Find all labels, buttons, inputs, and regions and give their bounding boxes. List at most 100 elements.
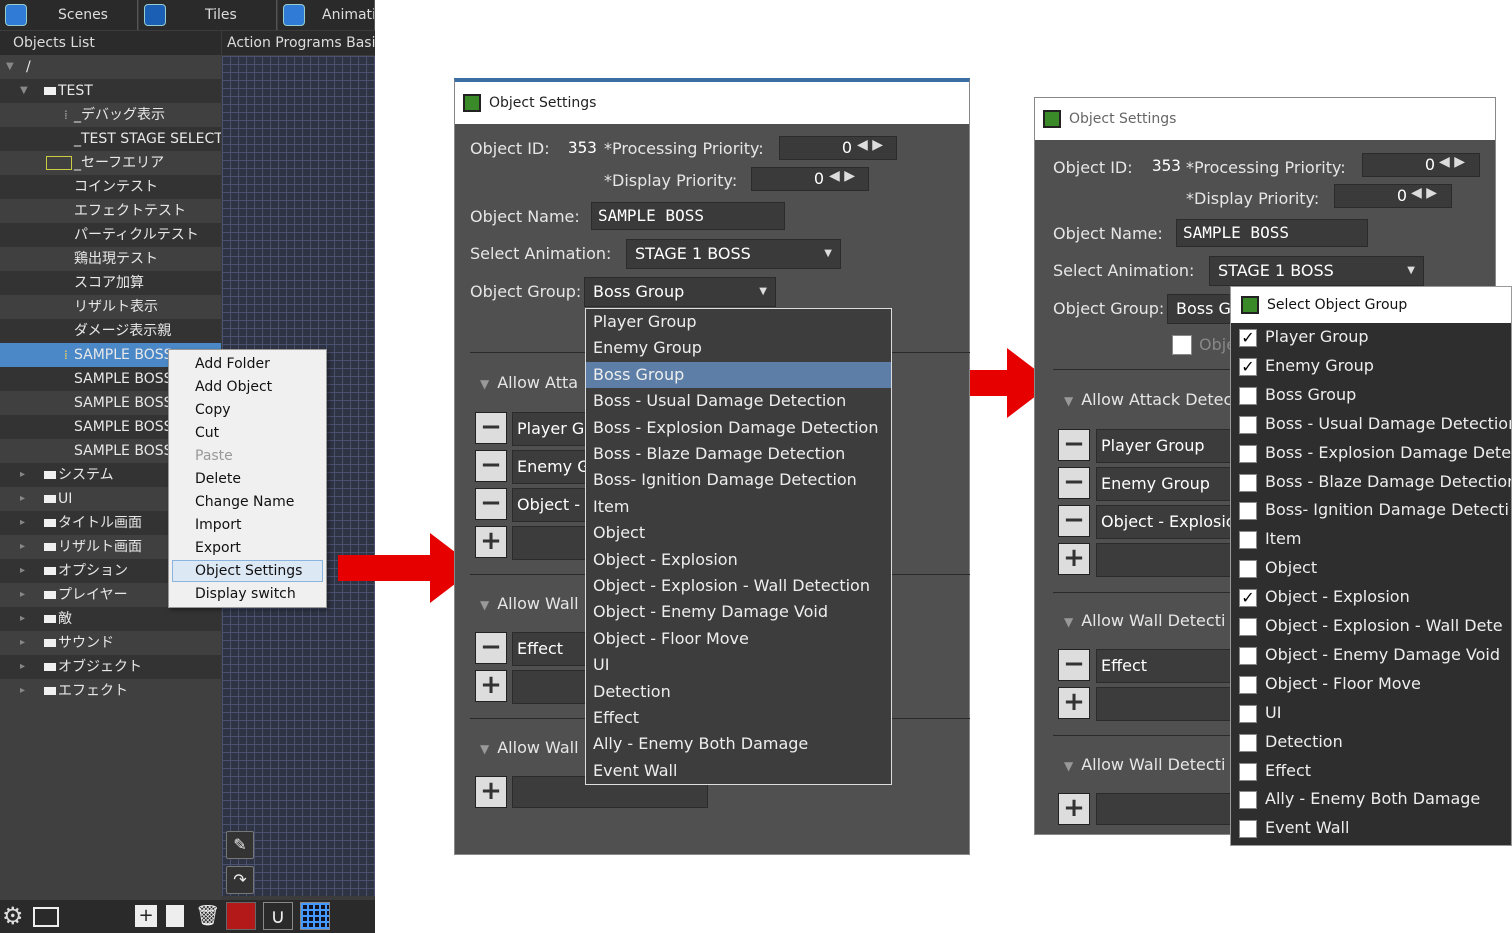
- tree-item[interactable]: _TEST STAGE SELECT: [0, 127, 221, 151]
- attack-item[interactable]: Player Group: [1096, 429, 1236, 463]
- action-programs-header[interactable]: Action Programs Basic: [222, 31, 375, 55]
- group-checkbox[interactable]: [1239, 444, 1257, 463]
- section-allow-attack[interactable]: ▼ Allow Atta: [480, 373, 578, 392]
- context-menu-item[interactable]: Copy: [195, 399, 231, 421]
- group-option[interactable]: Player Group: [586, 309, 891, 335]
- group-checkbox[interactable]: [1239, 762, 1257, 781]
- add-folder-icon[interactable]: +: [135, 905, 157, 927]
- expand-down-icon[interactable]: ▼: [20, 79, 28, 103]
- add-file-icon[interactable]: [166, 905, 184, 927]
- tree-item[interactable]: ▸ エフェクト: [0, 679, 221, 703]
- attack-item[interactable]: Object -: [512, 488, 592, 522]
- group-option[interactable]: Boss - Usual Damage Detection: [586, 388, 891, 414]
- group-option[interactable]: Object - Explosion: [586, 547, 891, 573]
- add-button[interactable]: +: [475, 526, 507, 558]
- add-button[interactable]: +: [475, 670, 507, 702]
- group-checkbox[interactable]: [1239, 646, 1257, 665]
- group-checkbox[interactable]: [1239, 791, 1257, 810]
- tree-item[interactable]: 鶏出現テスト: [0, 247, 221, 271]
- context-menu-item[interactable]: Paste: [195, 445, 233, 467]
- expand-right-icon[interactable]: ▸: [20, 487, 25, 511]
- remove-button[interactable]: −: [1058, 467, 1090, 499]
- group-checkbox[interactable]: [1239, 502, 1257, 521]
- group-option[interactable]: Ally - Enemy Both Damage: [586, 731, 891, 757]
- group-option[interactable]: Boss - Blaze Damage Detection: [586, 441, 891, 467]
- remove-button[interactable]: −: [475, 412, 507, 444]
- remove-button[interactable]: −: [475, 632, 507, 664]
- expand-right-icon[interactable]: ▸: [20, 463, 25, 487]
- spin-arrows-icon[interactable]: ◀ ▶: [1411, 185, 1437, 201]
- group-option[interactable]: Detection: [586, 679, 891, 705]
- expand-right-icon[interactable]: ▸: [20, 607, 25, 631]
- context-menu-item[interactable]: Add Folder: [195, 353, 270, 375]
- group-checkbox[interactable]: [1239, 560, 1257, 579]
- tree-item[interactable]: パーティクルテスト: [0, 223, 221, 247]
- magnet-icon[interactable]: ∪: [263, 902, 293, 930]
- wall-item[interactable]: Effect: [1096, 649, 1236, 683]
- select-animation-dropdown[interactable]: STAGE 1 BOSS ▼: [626, 239, 841, 269]
- tree-root[interactable]: ▼ /: [0, 55, 221, 79]
- tab-animation[interactable]: Animatio: [278, 0, 375, 30]
- section-allow-wall-2[interactable]: ▼ Allow Wall: [480, 738, 579, 757]
- group-option[interactable]: Item: [586, 494, 891, 520]
- tree-item[interactable]: ▼ TEST: [0, 79, 221, 103]
- section-allow-attack[interactable]: ▼ Allow Attack Detec: [1064, 390, 1232, 409]
- group-option[interactable]: Effect: [586, 705, 891, 731]
- group-option[interactable]: Enemy Group: [586, 335, 891, 361]
- add-button[interactable]: +: [1058, 687, 1090, 719]
- tree-item[interactable]: _セーフエリア: [0, 151, 221, 175]
- redo-tool-button[interactable]: ↷: [226, 866, 254, 894]
- add-button[interactable]: +: [475, 776, 507, 808]
- group-option[interactable]: Object - Enemy Damage Void: [586, 599, 891, 625]
- empty-item[interactable]: [1096, 543, 1236, 577]
- group-checkbox[interactable]: [1239, 531, 1257, 550]
- empty-item[interactable]: [512, 670, 592, 704]
- context-menu-item[interactable]: Delete: [195, 468, 241, 490]
- section-allow-wall[interactable]: ▼ Allow Wall Detecti: [1064, 611, 1225, 630]
- attack-item[interactable]: Player Gr: [512, 412, 592, 446]
- group-option[interactable]: Boss Group: [586, 361, 891, 388]
- group-checkbox[interactable]: [1239, 386, 1257, 405]
- empty-item[interactable]: [512, 526, 592, 560]
- object-group-dropdown[interactable]: Boss Group ▼: [584, 277, 776, 307]
- trash-icon[interactable]: 🗑: [195, 903, 220, 929]
- context-menu-item[interactable]: Change Name: [195, 491, 294, 513]
- tree-item[interactable]: ▸ サウンド: [0, 631, 221, 655]
- group-checkbox[interactable]: ✓: [1239, 357, 1257, 376]
- group-checkbox[interactable]: [1239, 473, 1257, 492]
- screen-icon[interactable]: [33, 907, 59, 927]
- expand-right-icon[interactable]: ▸: [20, 511, 25, 535]
- expand-right-icon[interactable]: ▸: [20, 631, 25, 655]
- tab-tiles[interactable]: Tiles: [139, 0, 277, 30]
- tree-item[interactable]: ▸ 敵: [0, 607, 221, 631]
- expand-right-icon[interactable]: ▸: [20, 535, 25, 559]
- group-option[interactable]: Object - Floor Move: [586, 626, 891, 652]
- expand-right-icon[interactable]: ▸: [20, 679, 25, 703]
- wall-item[interactable]: Effect: [512, 632, 592, 666]
- remove-button[interactable]: −: [1058, 649, 1090, 681]
- attack-item[interactable]: Enemy Gr: [512, 450, 592, 484]
- attack-item[interactable]: Enemy Group: [1096, 467, 1236, 501]
- tree-item[interactable]: ▸ オブジェクト: [0, 655, 221, 679]
- brush-icon[interactable]: [226, 902, 256, 930]
- empty-item[interactable]: [1096, 793, 1236, 825]
- expand-right-icon[interactable]: ▸: [20, 583, 25, 607]
- remove-button[interactable]: −: [475, 450, 507, 482]
- gear-icon[interactable]: ⚙: [2, 902, 30, 930]
- expand-right-icon[interactable]: ▸: [20, 655, 25, 679]
- group-checkbox[interactable]: [1239, 733, 1257, 752]
- pen-tool-button[interactable]: ✎: [226, 831, 254, 859]
- context-menu-item[interactable]: Export: [195, 537, 241, 559]
- group-option[interactable]: Object - Explosion - Wall Detection: [586, 573, 891, 599]
- group-checkbox[interactable]: [1239, 704, 1257, 723]
- add-button[interactable]: +: [1058, 543, 1090, 575]
- section-allow-wall-2[interactable]: ▼ Allow Wall Detecti: [1064, 755, 1225, 774]
- context-menu-item[interactable]: Import: [195, 514, 241, 536]
- context-menu-item[interactable]: Object Settings: [195, 560, 302, 582]
- group-checkbox[interactable]: ✓: [1239, 329, 1257, 347]
- tree-item[interactable]: スコア加算: [0, 271, 221, 295]
- empty-item[interactable]: [1096, 687, 1236, 721]
- group-option[interactable]: Boss - Explosion Damage Detection: [586, 415, 891, 441]
- object-checkbox[interactable]: [1172, 335, 1192, 355]
- group-option[interactable]: UI: [586, 652, 891, 678]
